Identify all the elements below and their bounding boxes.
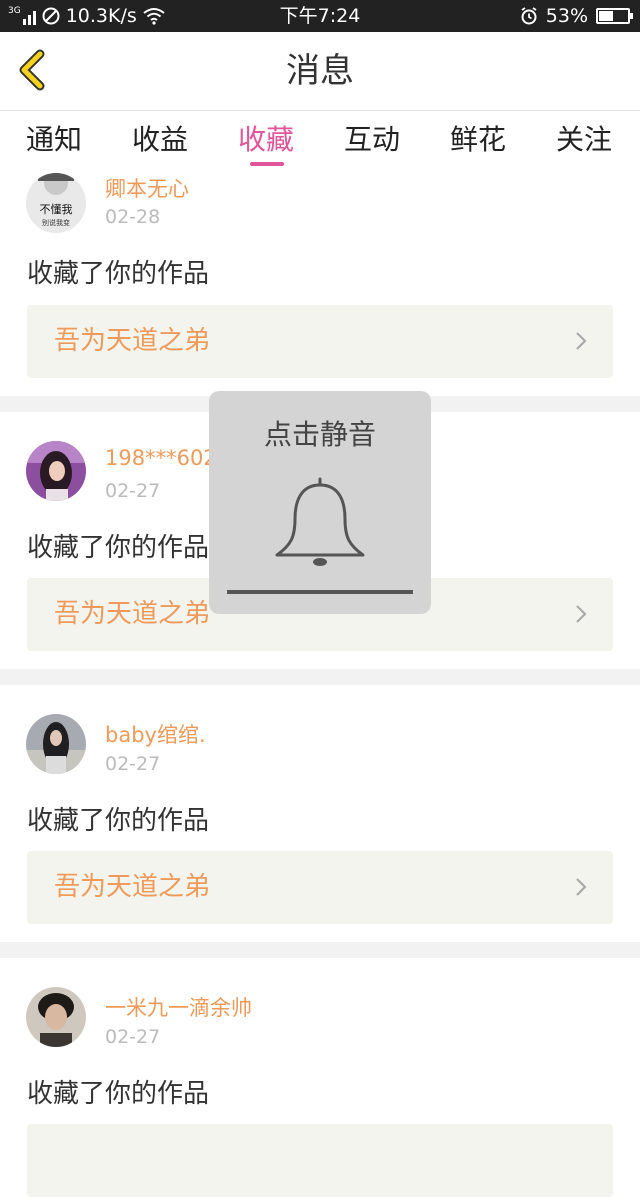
date: 02-27 — [105, 1026, 161, 1048]
volume-bar — [227, 590, 413, 594]
username[interactable]: baby绾绾. — [105, 719, 206, 749]
chevron-right-icon — [576, 878, 587, 896]
divider — [0, 669, 640, 685]
tab-interactions[interactable]: 互动 — [344, 111, 400, 173]
tab-bar: 通知 收益 收藏 互动 鲜花 关注 — [0, 111, 640, 173]
list-item: 不懂我 别说我变 卿本无心 02-28 收藏了你的作品 吾为天道之弟 — [0, 173, 640, 396]
username[interactable]: 卿本无心 — [105, 173, 189, 203]
tab-earnings[interactable]: 收益 — [132, 111, 188, 173]
work-link[interactable]: 吾为天道之弟 — [27, 851, 613, 924]
work-title: 吾为天道之弟 — [54, 326, 211, 356]
action-text: 收藏了你的作品 — [27, 1079, 210, 1109]
work-title: 吾为天道之弟 — [54, 599, 211, 629]
username[interactable]: 198***602 — [105, 446, 217, 470]
battery-percent: 53% — [545, 5, 588, 27]
svg-text:不懂我: 不懂我 — [40, 203, 73, 216]
tab-follow[interactable]: 关注 — [556, 111, 612, 173]
status-right: 53% — [520, 0, 633, 32]
tab-notice[interactable]: 通知 — [26, 111, 82, 173]
page-title: 消息 — [286, 51, 354, 91]
tab-flowers[interactable]: 鲜花 — [450, 111, 506, 173]
mute-overlay[interactable]: 点击静音 — [209, 391, 431, 614]
work-link[interactable]: 吾为天道之弟 — [27, 305, 613, 378]
active-tab-indicator — [250, 162, 284, 166]
date: 02-28 — [105, 206, 161, 228]
app-header: 消息 — [0, 32, 640, 111]
battery-fill — [599, 11, 614, 21]
alarm-icon — [521, 7, 537, 25]
list-item: 一米九一滴余帅 02-27 收藏了你的作品 — [0, 958, 640, 1197]
battery-icon — [596, 8, 633, 24]
username[interactable]: 一米九一滴余帅 — [105, 992, 252, 1022]
mute-label: 点击静音 — [263, 418, 376, 451]
avatar[interactable] — [26, 441, 86, 501]
work-link[interactable] — [27, 1124, 613, 1197]
avatar-image: 不懂我 别说我变 — [26, 173, 86, 233]
avatar[interactable] — [26, 987, 86, 1047]
divider — [0, 942, 640, 958]
date: 02-27 — [105, 480, 161, 502]
avatar-image — [26, 714, 86, 774]
bell-icon — [275, 477, 365, 566]
chevron-right-icon — [576, 605, 587, 623]
chevron-right-icon — [576, 332, 587, 350]
action-text: 收藏了你的作品 — [27, 259, 210, 289]
avatar-image — [26, 441, 86, 501]
action-text: 收藏了你的作品 — [27, 806, 210, 836]
action-text: 收藏了你的作品 — [27, 533, 210, 563]
avatar-image — [26, 987, 86, 1047]
status-bar: 3G 10.3K/s 下午7:24 53% — [0, 0, 640, 32]
date: 02-27 — [105, 753, 161, 775]
work-title: 吾为天道之弟 — [54, 872, 211, 902]
list-item: baby绾绾. 02-27 收藏了你的作品 吾为天道之弟 — [0, 685, 640, 942]
avatar[interactable]: 不懂我 别说我变 — [26, 173, 86, 233]
avatar[interactable] — [26, 714, 86, 774]
svg-text:别说我变: 别说我变 — [42, 218, 70, 227]
